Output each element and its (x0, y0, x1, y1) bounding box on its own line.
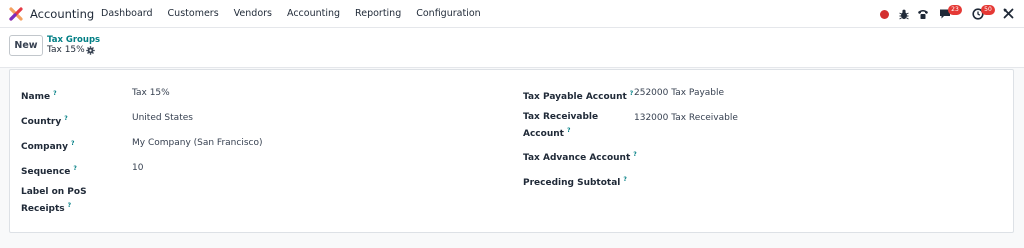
main-menu: Dashboard Customers Vendors Accounting R… (101, 8, 496, 19)
tax-receivable-account-value[interactable]: 132000 Tax Receivable (634, 112, 738, 125)
record-dot-icon[interactable] (880, 10, 889, 19)
help-icon[interactable]: ? (71, 140, 74, 147)
menu-accounting[interactable]: Accounting (287, 8, 340, 19)
breadcrumb-tax-groups[interactable]: Tax Groups (47, 35, 100, 45)
help-icon[interactable]: ? (623, 176, 626, 183)
control-panel: New Tax Groups Tax 15% (0, 28, 1024, 68)
menu-reporting[interactable]: Reporting (355, 8, 401, 19)
accounting-app-icon[interactable] (9, 7, 23, 21)
phone-icon[interactable] (917, 8, 929, 20)
preceding-subtotal-label: Preceding Subtotal? (523, 176, 627, 188)
activity-badge: 50 (981, 5, 995, 15)
name-label: Name? (21, 90, 57, 102)
app-name[interactable]: Accounting (30, 7, 94, 21)
record-title: Tax 15% (47, 45, 85, 55)
sequence-value[interactable]: 10 (132, 162, 143, 175)
help-icon[interactable]: ? (64, 115, 67, 122)
messages-badge: 23 (948, 5, 962, 15)
menu-dashboard[interactable]: Dashboard (101, 8, 153, 19)
help-icon[interactable]: ? (567, 127, 570, 134)
country-label: Country? (21, 115, 68, 127)
tools-icon[interactable] (1003, 8, 1014, 19)
menu-vendors[interactable]: Vendors (234, 8, 272, 19)
tax-payable-account-label: Tax Payable Account? (523, 90, 634, 102)
form-sheet: Name? Tax 15% Country? United States Com… (9, 69, 1014, 233)
sequence-label: Sequence? (21, 165, 77, 177)
country-value[interactable]: United States (132, 112, 193, 125)
tax-payable-account-value[interactable]: 252000 Tax Payable (634, 87, 724, 100)
help-icon[interactable]: ? (68, 202, 71, 209)
menu-customers[interactable]: Customers (168, 8, 219, 19)
company-label: Company? (21, 140, 75, 152)
help-icon[interactable]: ? (630, 90, 633, 97)
activity-icon[interactable]: 50 (972, 5, 995, 20)
pos-label-label: Label on PoS Receipts? (21, 187, 87, 214)
messages-icon[interactable]: 23 (939, 5, 962, 20)
menu-configuration[interactable]: Configuration (416, 8, 480, 19)
tax-advance-account-label: Tax Advance Account? (523, 151, 637, 163)
gear-icon[interactable] (86, 46, 95, 55)
help-icon[interactable]: ? (73, 165, 76, 172)
help-icon[interactable]: ? (633, 151, 636, 158)
name-value[interactable]: Tax 15% (132, 87, 170, 100)
help-icon[interactable]: ? (53, 90, 56, 97)
bug-icon[interactable] (899, 9, 909, 20)
new-button[interactable]: New (9, 35, 43, 56)
company-value[interactable]: My Company (San Francisco) (132, 137, 262, 150)
top-navbar: Accounting Dashboard Customers Vendors A… (0, 0, 1024, 28)
tax-receivable-account-label: Tax Receivable Account? (523, 112, 599, 139)
